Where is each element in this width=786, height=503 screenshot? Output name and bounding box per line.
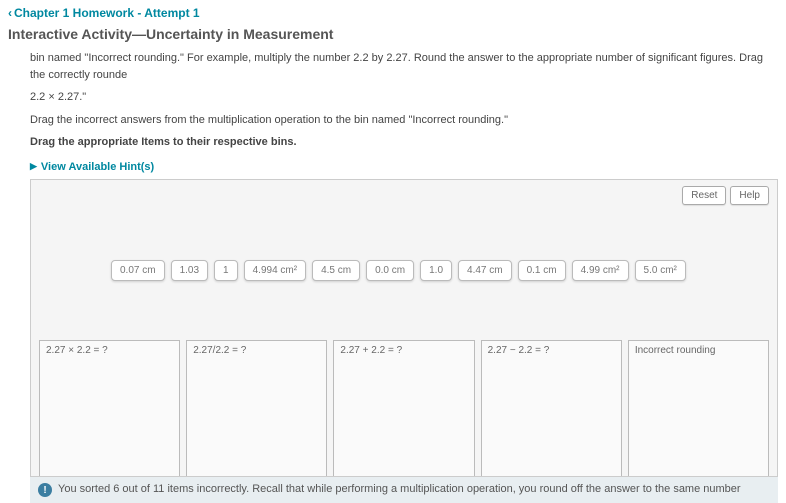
draggable-chip[interactable]: 5.0 cm² [635,260,686,281]
bins-row: 2.27 × 2.2 = ? 2.27/2.2 = ? 2.27 + 2.2 =… [39,340,769,480]
drop-bin[interactable]: Incorrect rounding [628,340,769,480]
draggable-chip[interactable]: 4.5 cm [312,260,360,281]
hints-label: View Available Hint(s) [41,161,154,173]
draggable-chip[interactable]: 0.0 cm [366,260,414,281]
draggable-chip[interactable]: 1.0 [420,260,452,281]
help-button[interactable]: Help [730,186,769,205]
drop-bin[interactable]: 2.27/2.2 = ? [186,340,327,480]
triangle-right-icon: ▶ [30,161,37,172]
draggable-chip[interactable]: 0.07 cm [111,260,165,281]
feedback-banner: ! You sorted 6 out of 11 items incorrect… [30,476,778,503]
instruction-line: 2.2 × 2.27." [30,89,778,106]
draggable-chip[interactable]: 1.03 [171,260,208,281]
instructions-block: bin named "Incorrect rounding." For exam… [0,50,786,151]
instruction-line: bin named "Incorrect rounding." For exam… [30,50,778,83]
draggable-chip[interactable]: 1 [214,260,238,281]
drop-bin[interactable]: 2.27 − 2.2 = ? [481,340,622,480]
info-icon: ! [38,483,52,497]
breadcrumb-back[interactable]: ‹ Chapter 1 Homework - Attempt 1 [0,0,786,22]
draggable-chip[interactable]: 4.47 cm [458,260,512,281]
view-hints-toggle[interactable]: ▶ View Available Hint(s) [0,157,786,179]
breadcrumb-label: Chapter 1 Homework - Attempt 1 [14,6,200,20]
draggable-chip[interactable]: 4.99 cm² [572,260,629,281]
drop-bin[interactable]: 2.27 + 2.2 = ? [333,340,474,480]
page-title: Interactive Activity—Uncertainty in Meas… [0,22,786,50]
drop-bin[interactable]: 2.27 × 2.2 = ? [39,340,180,480]
draggable-chip[interactable]: 0.1 cm [518,260,566,281]
reset-button[interactable]: Reset [682,186,726,205]
instruction-line: Drag the incorrect answers from the mult… [30,112,778,129]
chevron-left-icon: ‹ [8,6,12,20]
draggable-pool: 0.07 cm 1.03 1 4.994 cm² 4.5 cm 0.0 cm 1… [111,260,757,281]
instruction-line-bold: Drag the appropriate Items to their resp… [30,134,778,151]
top-buttons: Reset Help [682,186,769,205]
feedback-text: You sorted 6 out of 11 items incorrectly… [58,483,741,495]
draggable-chip[interactable]: 4.994 cm² [244,260,306,281]
activity-frame: Reset Help 0.07 cm 1.03 1 4.994 cm² 4.5 … [30,179,778,489]
